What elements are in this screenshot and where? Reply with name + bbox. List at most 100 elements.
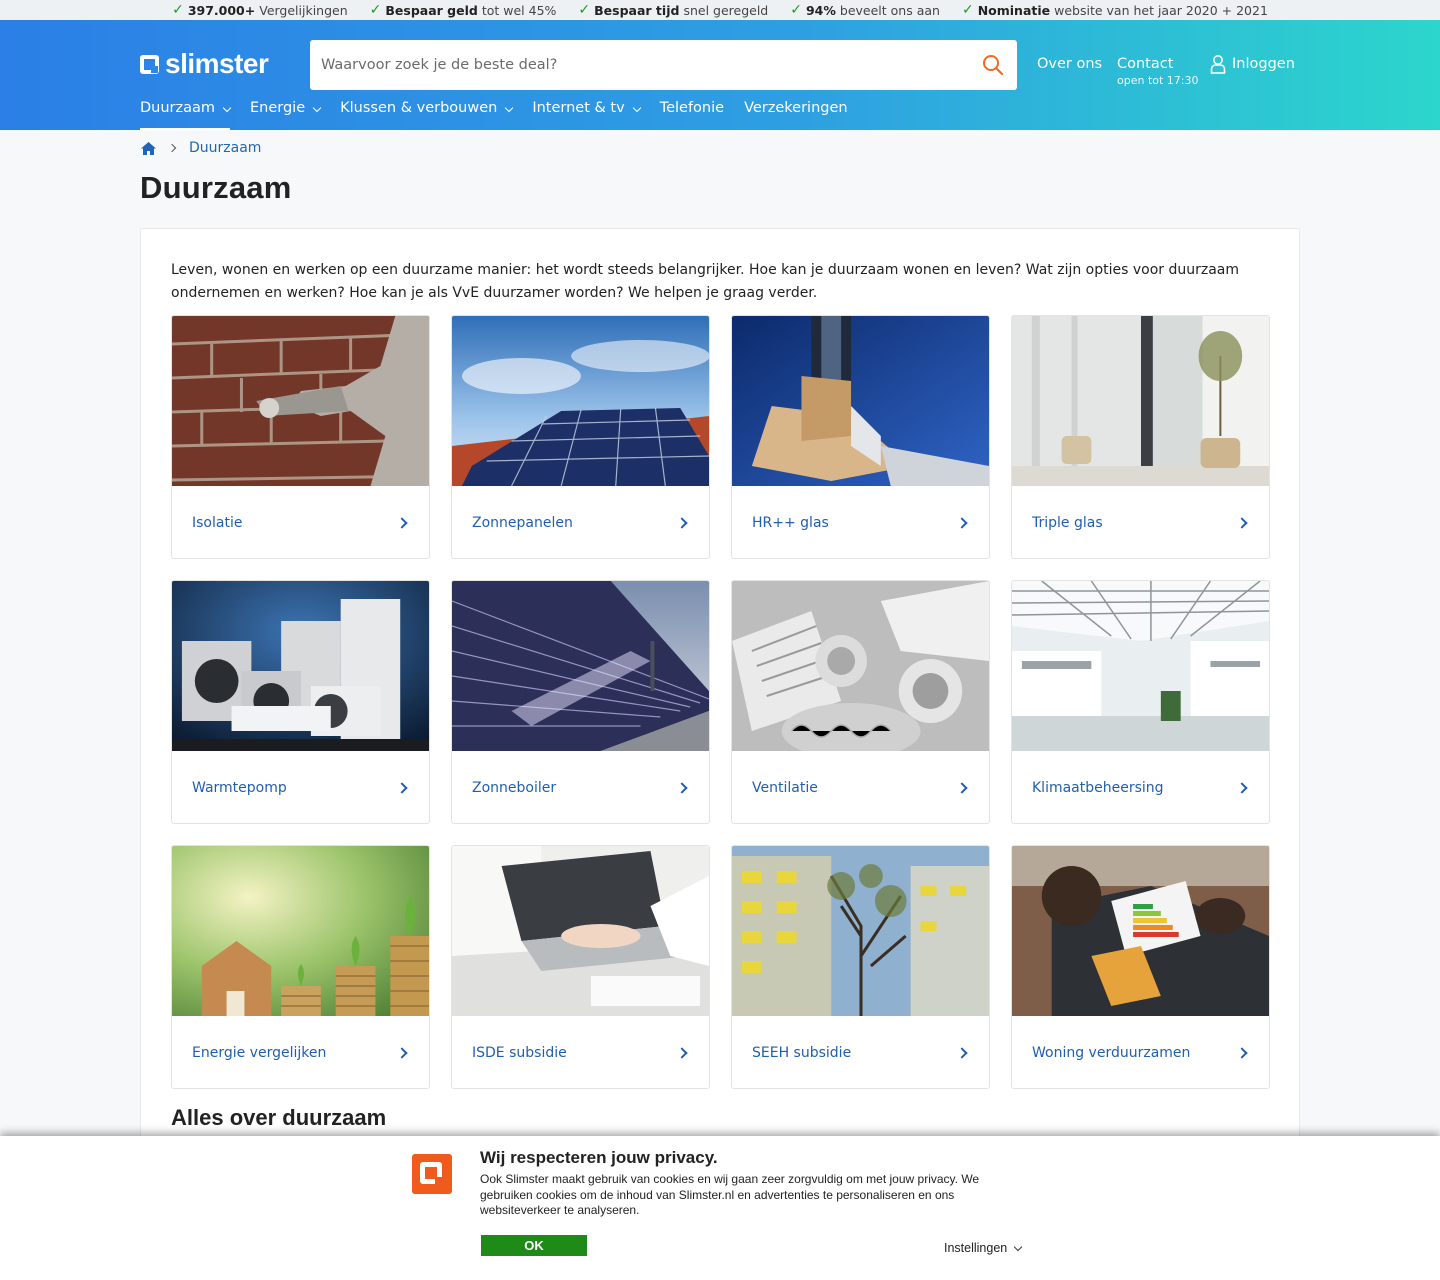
chevron-down-icon — [632, 103, 641, 113]
tile-triple-glas[interactable]: Triple glas — [1011, 315, 1270, 559]
contact-link[interactable]: Contact open tot 17:30 — [1117, 56, 1199, 87]
tile-isolatie[interactable]: Isolatie — [171, 315, 430, 559]
intro-text: Leven, wonen en werken op een duurzame m… — [171, 262, 1240, 301]
tile-footer: Triple glas — [1012, 486, 1269, 558]
chevron-right-icon — [956, 781, 968, 794]
tile-footer: SEEH subsidie — [732, 1016, 989, 1088]
tile-label: Warmtepomp — [192, 779, 287, 796]
chevron-down-icon — [222, 103, 232, 113]
tile-footer: ISDE subsidie — [452, 1016, 709, 1088]
tile-seeh-subsidie[interactable]: SEEH subsidie — [731, 845, 990, 1089]
about-link[interactable]: Over ons — [1037, 56, 1102, 72]
nav-item-duurzaam[interactable]: Duurzaam — [140, 100, 232, 130]
chevron-down-icon — [1014, 1242, 1023, 1251]
tile-footer: Zonneboiler — [452, 751, 709, 823]
cookie-settings-button[interactable]: Instellingen — [944, 1241, 1023, 1255]
tile-footer: Isolatie — [172, 486, 429, 558]
tile-energie-vergelijken[interactable]: Energie vergelijken — [171, 845, 430, 1089]
chevron-right-icon — [167, 143, 177, 153]
logo-text: slimster — [165, 48, 269, 79]
page-title: Duurzaam — [140, 170, 292, 205]
tile-hr-glas[interactable]: HR++ glas — [731, 315, 990, 559]
chevron-right-icon — [956, 1046, 968, 1059]
klimaatbeheersing-image — [1012, 581, 1269, 751]
tile-label: HR++ glas — [752, 514, 829, 531]
tile-warmtepomp[interactable]: Warmtepomp — [171, 580, 430, 824]
usp-text: beveelt ons aan — [839, 2, 940, 18]
login-link[interactable]: Inloggen — [1210, 54, 1295, 74]
usp-item: ✓ 94% beveelt ons aan — [790, 2, 940, 18]
tile-label: Woning verduurzamen — [1032, 1044, 1191, 1061]
tile-klimaatbeheersing[interactable]: Klimaatbeheersing — [1011, 580, 1270, 824]
tile-footer: Energie vergelijken — [172, 1016, 429, 1088]
breadcrumb-current[interactable]: Duurzaam — [189, 140, 261, 156]
tile-label: Ventilatie — [752, 779, 818, 796]
chevron-right-icon — [676, 1046, 688, 1059]
tile-label: Isolatie — [192, 514, 243, 531]
tile-label: SEEH subsidie — [752, 1044, 852, 1061]
usp-bar: ✓ 397.000+ Vergelijkingen ✓ Bespaar geld tot… — [0, 0, 1440, 20]
nav-item-telefonie[interactable]: Telefonie — [660, 100, 724, 130]
chevron-down-icon — [505, 103, 514, 113]
woning-verduurzamen-image — [1012, 846, 1269, 1016]
check-icon: ✓ — [578, 2, 591, 18]
zonnepanelen-image — [452, 316, 709, 486]
site-logo[interactable]: slimster — [140, 48, 269, 80]
usp-bold: Bespaar tijd — [594, 2, 680, 18]
tile-footer: Warmtepomp — [172, 751, 429, 823]
usp-bold: Bespaar geld — [385, 2, 478, 18]
contact-hours: open tot 17:30 — [1117, 74, 1199, 87]
check-icon: ✓ — [172, 2, 184, 18]
tile-label: ISDE subsidie — [472, 1044, 567, 1061]
chevron-right-icon — [1236, 1046, 1248, 1059]
chevron-right-icon — [396, 516, 408, 529]
nav-item-energie[interactable]: Energie — [250, 100, 322, 130]
chevron-right-icon — [396, 1046, 408, 1059]
usp-item: ✓ Bespaar tijd snel geregeld — [578, 2, 768, 18]
chevron-right-icon — [1236, 516, 1248, 529]
contact-label: Contact — [1117, 56, 1174, 72]
usp-item: ✓ Nominatie website van het jaar 2020 + 20… — [962, 2, 1268, 18]
nav-label: Verzekeringen — [744, 100, 848, 116]
tile-woning-verduurzamen[interactable]: Woning verduurzamen — [1011, 845, 1270, 1089]
tile-label: Klimaatbeheersing — [1032, 779, 1164, 796]
nav-item-internet-tv[interactable]: Internet & tv — [532, 100, 641, 130]
tile-footer: Ventilatie — [732, 751, 989, 823]
chevron-right-icon — [1236, 781, 1248, 794]
home-icon[interactable] — [140, 141, 157, 156]
tile-zonneboiler[interactable]: Zonneboiler — [451, 580, 710, 824]
tile-zonnepanelen[interactable]: Zonnepanelen — [451, 315, 710, 559]
tile-isde-subsidie[interactable]: ISDE subsidie — [451, 845, 710, 1089]
chevron-down-icon — [312, 103, 322, 113]
slimster-logo-icon — [412, 1154, 452, 1194]
tile-label: Energie vergelijken — [192, 1044, 327, 1061]
nav-label: Telefonie — [659, 100, 725, 116]
nav-item-klussen[interactable]: Klussen & verbouwen — [340, 100, 514, 130]
nav-item-verzekeringen[interactable]: Verzekeringen — [744, 100, 848, 130]
usp-text: website van het jaar 2020 + 2021 — [1054, 2, 1268, 18]
breadcrumb: Duurzaam — [140, 140, 261, 156]
tile-footer: Klimaatbeheersing — [1012, 751, 1269, 823]
category-grid: Isolatie Zonnepanelen HR++ glas Triple g… — [171, 315, 1270, 1089]
logo-icon — [140, 54, 159, 74]
hr-glas-image — [732, 316, 989, 486]
usp-text: snel geregeld — [683, 2, 769, 18]
search-button[interactable] — [969, 40, 1017, 90]
ventilatie-image — [732, 581, 989, 751]
usp-bold: 94% — [805, 2, 836, 18]
nav-label: Klussen & verbouwen — [340, 100, 498, 116]
tile-label: Zonnepanelen — [472, 514, 573, 531]
search-input[interactable] — [310, 40, 969, 90]
nav-label: Duurzaam — [140, 100, 216, 116]
site-header: slimster Over ons Contact open tot 17:30… — [0, 20, 1440, 130]
nav-label: Energie — [250, 100, 306, 116]
tile-ventilatie[interactable]: Ventilatie — [731, 580, 990, 824]
check-icon: ✓ — [369, 2, 382, 18]
cookie-text: Ook Slimster maakt gebruik van cookies e… — [480, 1172, 980, 1217]
cookie-ok-button[interactable]: OK — [481, 1235, 587, 1256]
tile-footer: Woning verduurzamen — [1012, 1016, 1269, 1088]
tile-footer: HR++ glas — [732, 486, 989, 558]
cookie-title: Wij respecteren jouw privacy. — [480, 1148, 718, 1167]
search-icon — [983, 55, 1004, 76]
search-bar — [310, 40, 1017, 90]
